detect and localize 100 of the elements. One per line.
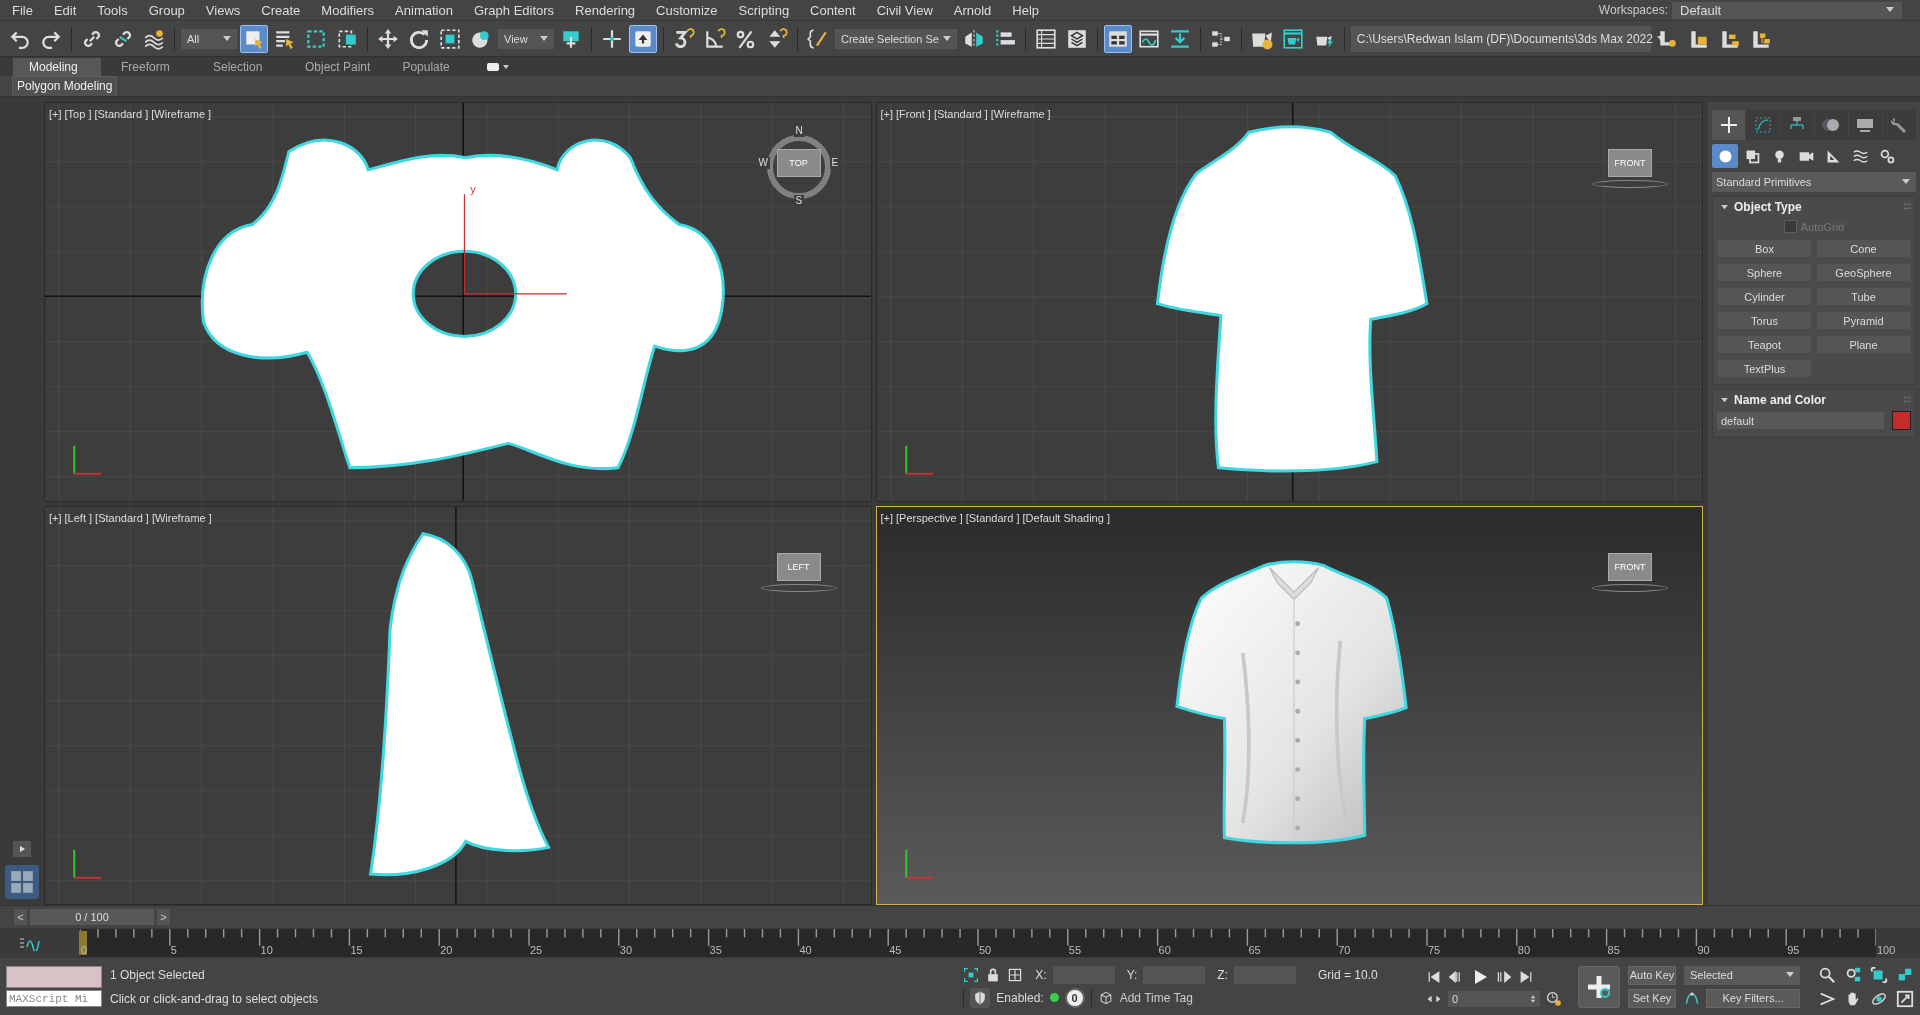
viewport-label-menu[interactable]: [+] <box>880 511 894 524</box>
curve-editor-icon[interactable] <box>18 935 42 951</box>
menu-item[interactable]: Create <box>250 2 311 18</box>
panel-tab[interactable]: Polygon Modeling <box>12 76 118 96</box>
viewport-label-menu[interactable]: [Standard ] <box>94 108 149 120</box>
auto-key-button[interactable]: Auto Key <box>1628 965 1676 985</box>
shirt-model[interactable] <box>200 138 725 471</box>
object-type-button[interactable]: Pyramid <box>1816 311 1911 330</box>
rollout-title[interactable]: Name and Color <box>1734 393 1897 407</box>
time-slider-thumb[interactable]: 0 / 100 <box>30 909 154 925</box>
shield-button[interactable] <box>970 987 991 1008</box>
viewport[interactable]: FRONT [+] [Perspective ] [Standard ] [Default Shading ] <box>875 505 1703 905</box>
sphere-button[interactable] <box>1712 144 1738 168</box>
next-key-icon[interactable] <box>1496 968 1512 985</box>
viewport-label-menu[interactable]: [+] <box>880 108 894 120</box>
menu-item[interactable]: Animation <box>384 2 463 18</box>
hierarchy-tab[interactable] <box>1780 110 1814 140</box>
object-type-button[interactable]: Tube <box>1816 287 1911 306</box>
motion-circles-tab[interactable] <box>1814 110 1848 140</box>
grip-icon[interactable] <box>1903 396 1911 404</box>
viewport-label-menu[interactable]: [Top ] <box>64 108 92 120</box>
clock-gear-icon[interactable] <box>1546 990 1562 1007</box>
ribbon-tab[interactable]: Populate <box>386 58 475 76</box>
object-type-button[interactable]: Sphere <box>1717 263 1812 282</box>
up-arrow-button[interactable] <box>629 24 657 53</box>
viewport-label-menu[interactable]: [+] <box>49 108 62 120</box>
key-set-dropdown[interactable]: Selected <box>1684 965 1800 985</box>
frame-marker[interactable] <box>79 931 87 955</box>
menu-item[interactable]: Scripting <box>727 2 800 18</box>
set-keys-button[interactable] <box>1578 965 1620 1008</box>
viewport-label-menu[interactable]: [Default Shading ] <box>1022 511 1110 524</box>
object-type-button[interactable]: Cylinder <box>1717 287 1812 306</box>
menu-item[interactable]: Help <box>1001 2 1050 18</box>
viewport[interactable]: LEFT [+] [Left ] [Standard ] [Wireframe ] <box>44 505 872 905</box>
viewport-label-menu[interactable]: [Left ] <box>64 511 93 524</box>
maximize-icon[interactable] <box>1896 989 1914 1008</box>
ribbon-options-icon[interactable] <box>486 61 511 73</box>
menu-item[interactable]: Modifiers <box>310 2 385 18</box>
frame-field[interactable]: 0 <box>1448 990 1540 1007</box>
isolate-icon[interactable] <box>963 966 980 983</box>
maxscript-field[interactable]: MAXScript Mi <box>6 990 102 1007</box>
workspace-dropdown[interactable]: Default <box>1672 1 1902 19</box>
zoom-icon[interactable] <box>1818 965 1836 984</box>
expand-button[interactable] <box>13 841 31 857</box>
window-grid-button[interactable] <box>1103 24 1132 53</box>
shirt-model[interactable] <box>1174 559 1408 844</box>
set-key-button[interactable]: Set Key <box>1628 988 1676 1008</box>
toolbar-dropdown[interactable]: View <box>498 28 554 49</box>
menu-item[interactable]: Edit <box>42 2 87 18</box>
object-type-button[interactable]: TextPlus <box>1717 359 1812 378</box>
object-type-button[interactable]: Box <box>1717 239 1812 258</box>
menu-item[interactable]: Rendering <box>564 2 646 18</box>
ribbon-tab[interactable]: Selection <box>197 58 285 76</box>
viewport-label-menu[interactable]: [Standard ] <box>965 511 1020 524</box>
next-frame-button[interactable]: > <box>157 909 170 925</box>
previous-frame-button[interactable]: < <box>14 909 27 925</box>
viewport-label-menu[interactable]: [Standard ] <box>933 108 988 120</box>
menu-item[interactable]: Civil View <box>865 2 943 18</box>
object-type-button[interactable]: GeoSphere <box>1816 263 1911 282</box>
shirt-model[interactable] <box>1155 125 1428 473</box>
toolbar-dropdown[interactable]: All <box>181 28 237 49</box>
wrench-tab[interactable] <box>1882 110 1917 140</box>
menu-item[interactable]: Tools <box>86 2 138 18</box>
zoom-extents-icon[interactable] <box>1870 965 1888 984</box>
shirt-model[interactable] <box>369 531 551 876</box>
spinner-arrows-icon[interactable] <box>1530 993 1536 1004</box>
add-time-tag-link[interactable]: Add Time Tag <box>1119 990 1193 1005</box>
time-tag-count[interactable]: 0 <box>1064 987 1085 1008</box>
collapse-icon[interactable] <box>1721 204 1728 210</box>
plus-tab[interactable] <box>1712 110 1746 140</box>
menu-item[interactable]: File <box>8 2 43 18</box>
cursor-square-button[interactable] <box>240 24 268 53</box>
object-type-button[interactable]: Cone <box>1816 239 1911 258</box>
menu-item[interactable]: Views <box>194 2 251 18</box>
object-type-button[interactable]: Plane <box>1816 335 1911 354</box>
name-field[interactable]: default <box>1717 412 1884 429</box>
ribbon-tab[interactable]: Object Paint <box>289 58 383 76</box>
ribbon-tab[interactable]: Modeling <box>13 58 101 76</box>
viewport[interactable]: FRONT [+] [Front ] [Standard ] [Wireframe ] <box>875 102 1703 502</box>
viewport-label-menu[interactable]: [Wireframe ] <box>990 108 1051 120</box>
grip-icon[interactable] <box>1903 203 1911 211</box>
viewport-label-menu[interactable]: [Perspective ] <box>896 511 963 524</box>
menu-item[interactable]: Graph Editors <box>462 2 565 18</box>
viewport-label-menu[interactable]: [Wireframe ] <box>151 511 212 524</box>
toolbar-dropdown[interactable]: Create Selection Se <box>835 28 957 49</box>
monitor-tab[interactable] <box>1848 110 1882 140</box>
color-swatch[interactable] <box>1892 411 1911 430</box>
primitive-type-dropdown[interactable]: Standard Primitives <box>1712 172 1916 192</box>
key-tangent-icon[interactable] <box>1684 990 1700 1006</box>
menu-item[interactable]: Group <box>137 2 195 18</box>
viewport-label-menu[interactable]: [Standard ] <box>95 511 149 524</box>
transform-gizmo[interactable] <box>463 193 568 295</box>
menu-item[interactable]: Customize <box>645 2 728 18</box>
zoom-all-icon[interactable] <box>1844 965 1862 984</box>
rollout-title[interactable]: Object Type <box>1734 200 1897 214</box>
key-filters-button[interactable]: Key Filters... <box>1706 988 1800 1008</box>
object-type-button[interactable]: Torus <box>1717 311 1812 330</box>
menu-item[interactable]: Content <box>799 2 866 18</box>
viewport-label-menu[interactable]: [Wireframe ] <box>151 108 212 120</box>
viewport-label-menu[interactable]: [Front ] <box>896 108 931 120</box>
